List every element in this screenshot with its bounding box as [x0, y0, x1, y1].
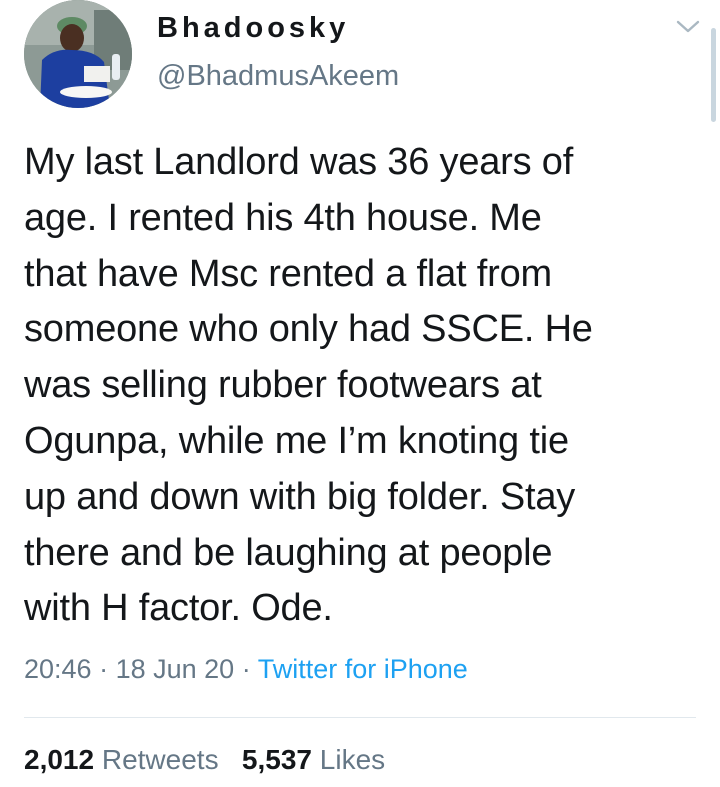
- avatar[interactable]: [24, 0, 132, 108]
- meta-separator: ·: [234, 654, 258, 684]
- tweet-source-link[interactable]: Twitter for iPhone: [258, 654, 468, 684]
- tweet-time[interactable]: 20:46: [24, 654, 92, 684]
- tweet-line: was selling rubber footwears at: [24, 364, 542, 407]
- tweet-stats: 2,012 Retweets 5,537 Likes: [24, 744, 385, 776]
- tweet-meta: 20:46 · 18 Jun 20 · Twitter for iPhone: [24, 654, 468, 685]
- retweets-stat[interactable]: 2,012 Retweets: [24, 744, 219, 775]
- tweet-line: someone who only had SSCE. He: [24, 308, 593, 351]
- tweet-line: My last Landlord was 36 years of: [24, 141, 574, 183]
- tweet-header: Bhadoosky @BhadmusAkeem: [24, 0, 704, 110]
- tweet-line: age. I rented his 4th house. Me: [24, 196, 542, 239]
- likes-label: Likes: [319, 744, 386, 775]
- tweet-line: with H factor. Ode.: [24, 587, 333, 630]
- tweet-line: Ogunpa, while me I’m knoting tie: [24, 419, 569, 462]
- tweet-date[interactable]: 18 Jun 20: [116, 654, 235, 684]
- tweet-card: Bhadoosky @BhadmusAkeem My last Landlord…: [0, 0, 720, 787]
- meta-separator: ·: [91, 654, 116, 684]
- likes-count: 5,537: [241, 744, 312, 775]
- divider: [24, 717, 696, 718]
- scroll-indicator[interactable]: [711, 28, 716, 122]
- tweet-line: up and down with big folder. Stay: [24, 475, 576, 518]
- user-handle[interactable]: @BhadmusAkeem: [157, 60, 399, 93]
- tweet-line: that have Msc rented a flat from: [24, 252, 552, 295]
- tweet-line: there and be laughing at people: [24, 531, 553, 574]
- retweets-label: Retweets: [101, 744, 219, 775]
- likes-stat[interactable]: 5,537 Likes: [242, 744, 385, 775]
- retweets-count: 2,012: [24, 744, 95, 775]
- chevron-down-icon[interactable]: [676, 20, 700, 34]
- display-name[interactable]: Bhadoosky: [157, 12, 349, 45]
- avatar-image: [24, 0, 132, 108]
- tweet-text: My last Landlord was 36 years of age. I …: [24, 135, 699, 637]
